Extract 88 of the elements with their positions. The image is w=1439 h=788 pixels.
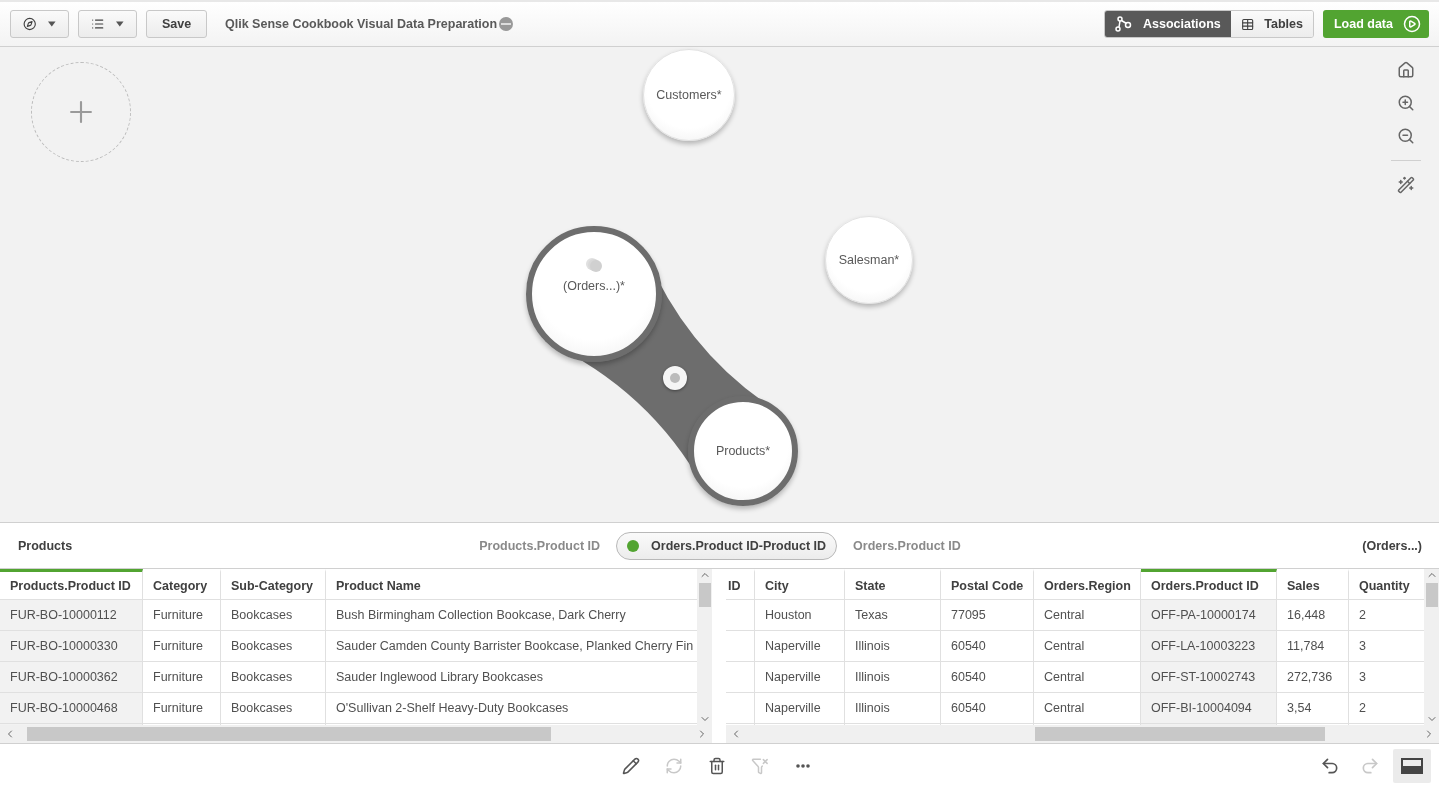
associations-icon (1114, 16, 1133, 32)
list-icon (91, 16, 105, 32)
magic-wand-icon[interactable] (1397, 176, 1415, 194)
table-cell: OFF-ST-10002743 (1141, 662, 1277, 693)
table-cell: OFF-PA-10000174 (1141, 600, 1277, 631)
table-cell: Furniture (143, 600, 221, 631)
left-table-name: Products (18, 538, 74, 553)
table-node-label: (Orders...)* (563, 279, 625, 293)
table-cell: Naperville (755, 631, 845, 662)
table-cell (726, 600, 755, 631)
table-cell: Central (1034, 631, 1141, 662)
refresh-icon (665, 757, 683, 775)
table-cell: FUR-BO-10000468 (0, 693, 143, 724)
table-cell: 60540 (941, 693, 1034, 724)
scrollbar-thumb[interactable] (1425, 583, 1438, 607)
panel-bottom-icon (1401, 758, 1423, 774)
compass-icon (23, 16, 37, 32)
table-cell: Furniture (143, 631, 221, 662)
table-cell: Illinois (845, 631, 941, 662)
caret-icon (116, 21, 124, 27)
scrollbar-thumb[interactable] (698, 583, 711, 607)
table-cell: Texas (845, 600, 941, 631)
table-cell: 77095 (941, 600, 1034, 631)
trash-icon (708, 757, 726, 775)
table-node-label: Products* (715, 444, 771, 458)
table-cell: FUR-BO-10000362 (0, 662, 143, 693)
table-node[interactable]: Customers* (643, 49, 735, 141)
zoom-out-icon[interactable] (1397, 127, 1415, 145)
table-cell: FUR-BO-10000330 (0, 631, 143, 662)
zoom-in-icon[interactable] (1397, 94, 1415, 112)
table-cell: Central (1034, 693, 1141, 724)
table-cell: Furniture (143, 662, 221, 693)
table-cell: Illinois (845, 662, 941, 693)
table-icon (1240, 16, 1255, 32)
association-chip[interactable]: Orders.Product ID-Product ID (616, 531, 838, 560)
caret-icon (48, 21, 56, 27)
list-menu-button[interactable] (78, 10, 137, 38)
table-cell: 11,784 (1277, 631, 1349, 662)
table-cell: 16,448 (1277, 600, 1349, 631)
navigation-menu-button[interactable] (10, 10, 69, 38)
right-field-name: Orders.Product ID (853, 538, 961, 553)
table-cell: 60540 (941, 631, 1034, 662)
table-node-label: Customers* (656, 88, 722, 102)
table-cell: FUR-BO-10000112 (0, 600, 143, 631)
play-icon (1403, 15, 1421, 33)
more-icon (796, 764, 810, 768)
table-cell: OFF-LA-10003223 (1141, 631, 1277, 662)
table-cell: 60540 (941, 662, 1034, 693)
view-tab[interactable]: Associations (1104, 11, 1231, 37)
status-dot (627, 539, 640, 552)
pencil-icon (622, 757, 640, 775)
table-cell (726, 662, 755, 693)
table-node[interactable]: Products* (688, 396, 798, 506)
table-cell: Bookcases (221, 631, 326, 662)
table-cell: OFF-BI-10004094 (1141, 693, 1277, 724)
table-cell: Illinois (845, 693, 941, 724)
table-cell (726, 693, 755, 724)
status-icon (499, 17, 514, 31)
panel-toggle-button[interactable] (1393, 749, 1431, 783)
table-cell: Houston (755, 600, 845, 631)
save-button[interactable]: Save (146, 10, 207, 38)
table-cell: Bookcases (221, 662, 326, 693)
right-table-name: (Orders...) (1362, 538, 1422, 553)
table-cell: Central (1034, 600, 1141, 631)
table-cell: Naperville (755, 662, 845, 693)
table-cell: Furniture (143, 693, 221, 724)
undo-icon (1320, 756, 1340, 776)
table-cell: Bookcases (221, 693, 326, 724)
vertical-scrollbar[interactable] (697, 569, 712, 725)
horizontal-scrollbar[interactable] (726, 725, 1439, 743)
view-tab[interactable]: Tables (1230, 11, 1313, 37)
pencil-button[interactable] (620, 755, 642, 777)
table-cell: Naperville (755, 693, 845, 724)
filter-clear-icon (751, 757, 769, 775)
redo-icon (1360, 756, 1380, 776)
home-icon[interactable] (1397, 61, 1415, 79)
table-cell: Central (1034, 662, 1141, 693)
vertical-scrollbar[interactable] (1424, 569, 1439, 725)
table-cell: 3,54 (1277, 693, 1349, 724)
app-title: Qlik Sense Cookbook Visual Data Preparation (225, 17, 498, 31)
table-node[interactable]: (Orders...)* (526, 226, 662, 362)
table-cell (726, 631, 755, 662)
horizontal-scrollbar[interactable] (0, 725, 712, 743)
table-node-label: Salesman* (838, 253, 900, 267)
table-node[interactable]: Salesman* (825, 216, 913, 304)
table-cell: Bookcases (221, 600, 326, 631)
left-field-name: Products.Product ID (479, 538, 601, 553)
table-cell: 272,736 (1277, 662, 1349, 693)
